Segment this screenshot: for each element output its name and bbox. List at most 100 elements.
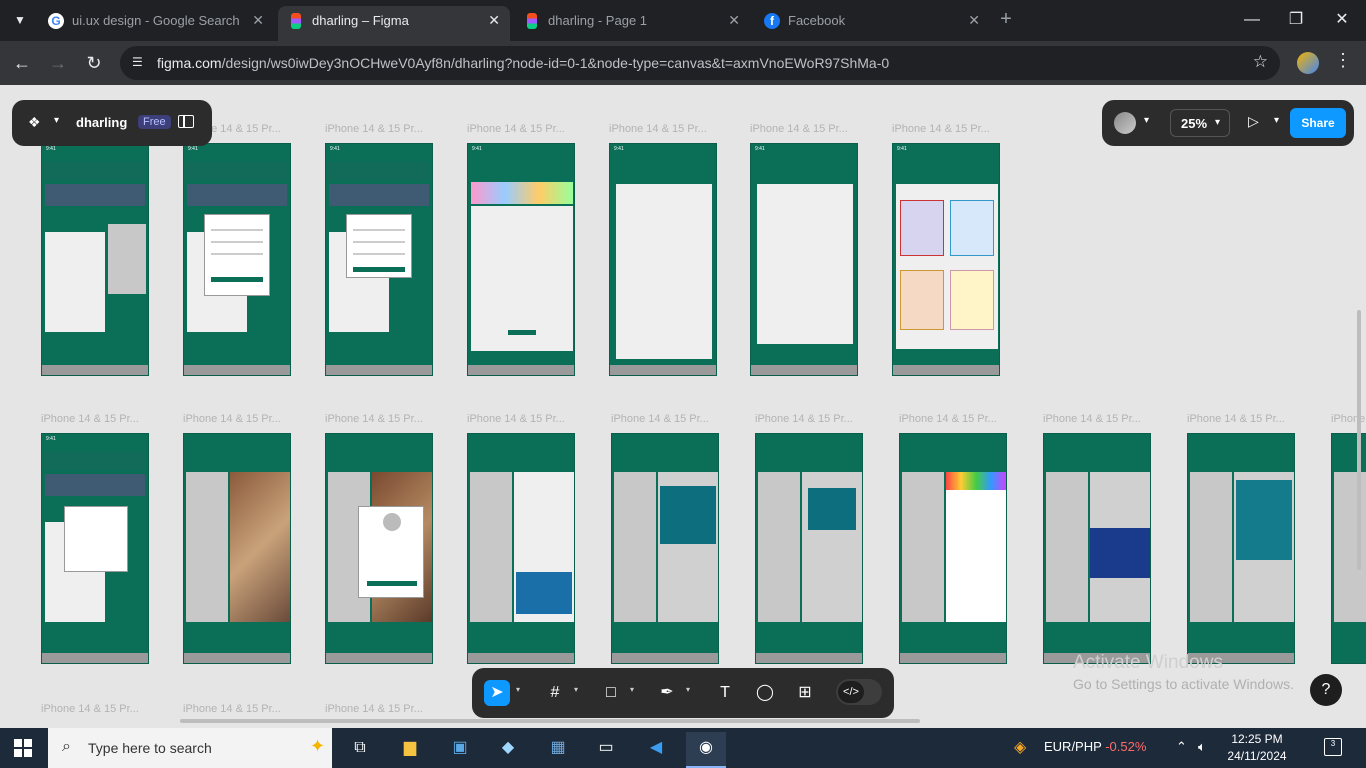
plan-badge[interactable]: Free [138,115,171,129]
zoom-dropdown[interactable]: 25% ▾ [1170,109,1230,137]
frame-label[interactable]: iPhone 14 & 15 Pr... [325,703,423,715]
close-window-button[interactable]: ✕ [1322,6,1362,34]
extension-icon[interactable] [1297,52,1319,74]
frame-label[interactable]: iPhone 14 & 15 Pr... [755,413,853,425]
file-explorer-icon[interactable]: ▆ [390,732,430,768]
tray-chevron-up-icon[interactable]: ⌃ [1176,739,1187,755]
forward-arrow-icon[interactable]: → [44,49,72,77]
chrome-icon[interactable]: ◉ [686,732,726,768]
frame-label[interactable]: iPhone 14 & 15 Pr... [899,413,997,425]
back-arrow-icon[interactable]: ← [8,49,36,77]
dev-mode-toggle[interactable]: </> [836,679,882,705]
comment-tool-icon[interactable]: ◯ [752,680,778,706]
site-info-icon[interactable]: ☰ [132,55,148,71]
chevron-down-icon[interactable]: ▾ [516,685,520,694]
frame-dashboard-announce[interactable] [1187,433,1295,664]
vertical-scrollbar[interactable] [1357,310,1361,570]
address-bar[interactable]: ☰ figma.com/design/ws0iwDey3nOCHweV0Ayf8… [120,46,1280,80]
windows-start-icon[interactable] [14,739,32,757]
chevron-down-icon[interactable]: ▾ [1144,115,1149,126]
frame-label[interactable]: iPhone 14 & 15 Pr... [41,413,139,425]
help-button[interactable]: ? [1310,674,1342,706]
news-app-icon[interactable]: ▣ [440,732,480,768]
browser-menu-icon[interactable]: ⋮ [1333,50,1353,71]
frame-label[interactable]: iPhone 14 & 15 Pr... [325,123,423,135]
frame-features[interactable]: 9:41 [750,143,858,376]
frame-dashboard-message[interactable] [755,433,863,664]
tab-google-search[interactable]: G ui.ux design - Google Search ✕ [38,6,274,41]
close-tab-icon[interactable]: ✕ [488,6,500,35]
frame-label[interactable]: iPhone 14 & 15 Pr... [183,413,281,425]
frame-tool-icon[interactable]: # [542,680,568,706]
avatar[interactable] [1114,112,1136,134]
move-tool-icon[interactable]: ➤ [484,680,510,706]
figma-canvas[interactable]: iPhone 14 & 15 Pr... iPhone 14 & 15 Pr..… [0,85,1366,728]
frame-dashboard-profile[interactable] [325,433,433,664]
notification-icon[interactable]: 3 [1324,738,1342,756]
chevron-down-icon[interactable]: ▾ [686,685,690,694]
frame-label[interactable]: iPhone 14 & 15 Pr... [467,413,565,425]
frame-about[interactable]: 9:41 [892,143,1000,376]
frame-label[interactable]: iPhone 14 & 15 Pr... [750,123,848,135]
chevron-down-icon[interactable]: ▾ [630,685,634,694]
bookmark-star-icon[interactable]: ☆ [1253,52,1268,72]
minimize-button[interactable]: — [1232,6,1272,34]
task-view-icon[interactable]: ⧉ [340,732,380,768]
tab-facebook[interactable]: f Facebook ✕ [754,6,990,41]
pen-tool-icon[interactable]: ✒ [654,680,680,706]
close-tab-icon[interactable]: ✕ [252,6,264,35]
notes-app-icon[interactable]: ◆ [488,732,528,768]
vscode-icon[interactable]: ◀ [636,732,676,768]
figma-tool-bar: ➤ ▾ # ▾ □ ▾ ✒ ▾ T ◯ ⊞ </> [472,668,894,718]
text-tool-icon[interactable]: T [712,680,738,706]
currency-widget-icon[interactable]: ◈ [1014,737,1026,757]
toggle-panel-icon[interactable] [178,115,194,128]
terminal-icon[interactable]: ▭ [586,732,626,768]
frame-login-modal[interactable]: 9:41 [183,143,291,376]
frame-dashboard-stats[interactable] [467,433,575,664]
frame-label[interactable]: iPhone 14 & 15 Pr... [183,703,281,715]
close-tab-icon[interactable]: ✕ [728,6,740,35]
share-button[interactable]: Share [1290,108,1346,138]
chevron-down-icon[interactable]: ▾ [574,685,578,694]
chevron-down-icon[interactable]: ▾ [54,115,59,126]
url-text[interactable]: figma.com/design/ws0iwDey3nOCHweV0Ayf8n/… [157,55,889,71]
frame-label[interactable]: iPhone 14 & 15 Pr... [41,703,139,715]
figma-logo-icon[interactable]: ❖ [28,114,44,132]
tab-figma-page1[interactable]: dharling - Page 1 ✕ [514,6,750,41]
actions-tool-icon[interactable]: ⊞ [792,680,818,706]
frame-label[interactable]: iPhone 14 & 15 Pr... [1043,413,1141,425]
frame-label[interactable]: iPhone 14 & 15 Pr... [467,123,565,135]
close-tab-icon[interactable]: ✕ [968,6,980,35]
frame-alert[interactable]: 9:41 [41,433,149,664]
calculator-icon[interactable]: ▦ [538,732,578,768]
frame-products[interactable]: 9:41 [609,143,717,376]
taskbar-clock[interactable]: 12:25 PM 24/11/2024 [1222,731,1292,765]
frame-dashboard-photo[interactable] [183,433,291,664]
frame-label[interactable]: iPhone 14 & 15 Pr... [325,413,423,425]
file-name[interactable]: dharling [76,115,127,130]
taskbar-search[interactable]: ⌕ Type here to search ✦ [48,728,332,768]
tab-figma-dharling[interactable]: dharling – Figma ✕ [278,6,510,41]
frame-label[interactable]: iPhone 14 & 15 Pr... [892,123,990,135]
figma-icon [527,13,537,29]
horizontal-scrollbar[interactable] [180,719,920,723]
new-tab-button[interactable]: + [994,8,1018,31]
frame-dashboard-report[interactable] [899,433,1007,664]
volume-icon[interactable]: 🔈︎ [1198,739,1206,755]
present-play-icon[interactable]: ▷ [1248,113,1259,130]
maximize-button[interactable]: ❐ [1276,6,1316,34]
currency-widget[interactable]: EUR/PHP -0.52% [1044,739,1146,754]
reload-icon[interactable]: ↻ [80,49,108,77]
frame-label[interactable]: iPhone 14 & 15 Pr... [609,123,707,135]
frame-label[interactable]: iPhone 14 & 15 Pr... [1187,413,1285,425]
tab-search-chevron-icon[interactable]: ▼ [8,8,32,32]
frame-dashboard-teacher[interactable] [611,433,719,664]
frame-dashboard-schedule[interactable] [1043,433,1151,664]
frame-password-modal[interactable]: 9:41 [325,143,433,376]
frame-landing[interactable]: 9:41 [41,143,149,376]
rectangle-tool-icon[interactable]: □ [598,680,624,706]
frame-label[interactable]: iPhone 14 & 15 Pr... [611,413,709,425]
frame-enroll-form[interactable]: 9:41 [467,143,575,376]
chevron-down-icon[interactable]: ▾ [1274,115,1279,126]
